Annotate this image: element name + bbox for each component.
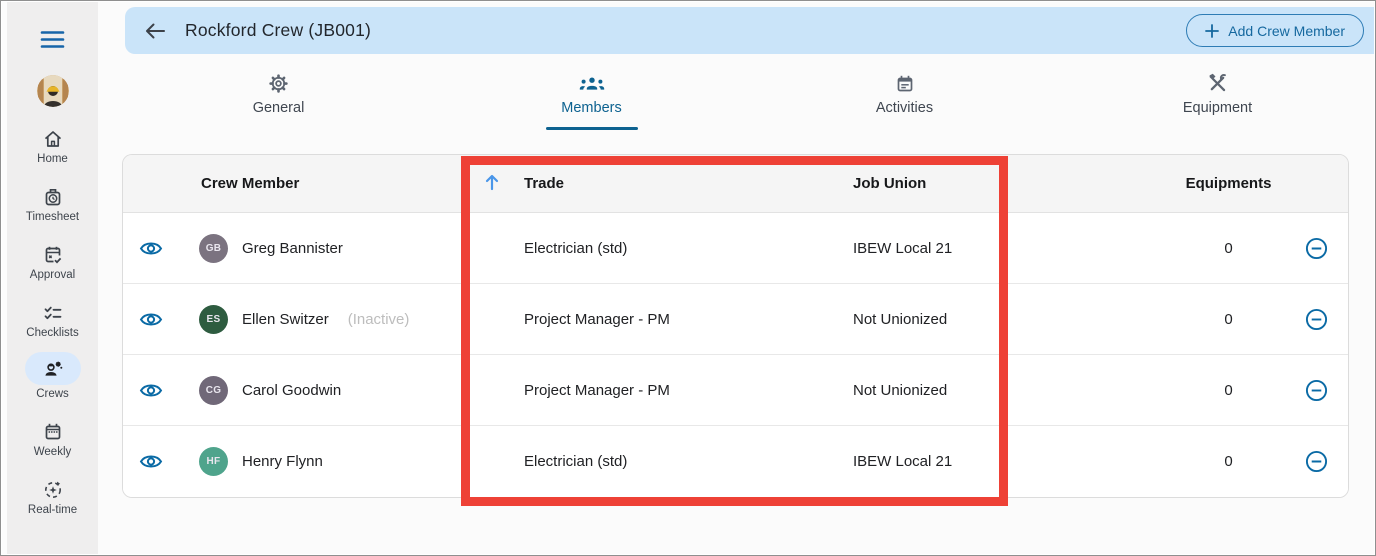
- member-name: Carol Goodwin: [242, 381, 342, 399]
- equipments-count: 0: [1224, 381, 1233, 399]
- eye-icon: [139, 241, 163, 255]
- minus-circle-icon: [1305, 308, 1327, 330]
- tab-label: Equipment: [1182, 100, 1253, 116]
- sidebar-item-label: Checklists: [26, 327, 79, 339]
- app-window: Home Timesheet Approval Checklists Crews…: [0, 0, 1376, 556]
- crew-member-cell: HF Henry Flynn: [179, 447, 453, 476]
- member-name: Henry Flynn: [242, 453, 323, 470]
- tab-label: Activities: [875, 100, 934, 116]
- sidebar-item-label: Real-time: [27, 504, 78, 516]
- plus-icon: [1205, 23, 1220, 38]
- equipments-count: 0: [1224, 239, 1233, 257]
- checklists-icon: [43, 302, 63, 323]
- equipments-count: 0: [1224, 310, 1233, 328]
- group-icon: [579, 73, 605, 94]
- sort-ascending-icon[interactable]: [484, 173, 500, 195]
- page-header: Rockford Crew (JB001) Add Crew Member: [125, 7, 1374, 54]
- view-member-button[interactable]: [123, 382, 179, 399]
- sidebar-item-label: Crews: [36, 388, 69, 400]
- crews-icon: [24, 352, 81, 385]
- sidebar-item-label: Timesheet: [25, 211, 80, 223]
- sidebar-item-label: Approval: [29, 269, 76, 281]
- tools-icon: [1207, 73, 1228, 94]
- eye-icon: [139, 312, 163, 326]
- trade-cell: Electrician (std): [524, 239, 628, 257]
- table-row: HF Henry Flynn Electrician (std) IBEW Lo…: [123, 426, 1348, 497]
- member-avatar: CG: [199, 375, 228, 405]
- sidebar-item-label: Home: [37, 153, 68, 165]
- sidebar: Home Timesheet Approval Checklists Crews…: [2, 2, 98, 554]
- approval-icon: [43, 244, 63, 265]
- tab-equipment[interactable]: Equipment: [1061, 62, 1374, 130]
- tab-general[interactable]: General: [122, 62, 435, 130]
- member-avatar: GB: [199, 233, 228, 263]
- tab-bar: General Members Activities Equipment: [122, 62, 1374, 130]
- timesheet-icon: [43, 186, 63, 207]
- tab-members[interactable]: Members: [435, 62, 748, 130]
- user-avatar[interactable]: [36, 75, 69, 107]
- sidebar-item-checklists[interactable]: Checklists: [7, 302, 98, 339]
- minus-circle-icon: [1305, 450, 1327, 473]
- job-union-cell: IBEW Local 21: [853, 453, 953, 470]
- home-icon: [43, 128, 63, 149]
- tab-label: Members: [561, 100, 622, 116]
- member-name: Greg Bannister: [242, 239, 343, 257]
- sidebar-item-approval[interactable]: Approval: [7, 244, 98, 281]
- member-status: (Inactive): [347, 310, 410, 328]
- view-member-button[interactable]: [123, 240, 179, 257]
- event-icon: [895, 73, 915, 94]
- sidebar-item-realtime[interactable]: Real-time: [7, 479, 98, 516]
- members-table: Crew Member Trade Job Union Equipments G…: [122, 154, 1349, 498]
- tab-label: General: [252, 100, 305, 116]
- remove-member-button[interactable]: [1284, 450, 1348, 473]
- job-union-cell: Not Unionized: [853, 381, 948, 399]
- gear-icon: [268, 73, 289, 94]
- sidebar-item-timesheet[interactable]: Timesheet: [7, 186, 98, 223]
- column-header-job-union[interactable]: Job Union: [783, 175, 1063, 192]
- remove-member-button[interactable]: [1284, 237, 1348, 260]
- table-header-row: Crew Member Trade Job Union Equipments: [123, 155, 1348, 213]
- menu-hamburger-icon[interactable]: [40, 30, 65, 54]
- remove-member-button[interactable]: [1284, 379, 1348, 402]
- minus-circle-icon: [1305, 379, 1327, 401]
- tab-activities[interactable]: Activities: [748, 62, 1061, 130]
- trade-cell: Project Manager - PM: [524, 310, 670, 328]
- table-row: CG Carol Goodwin Project Manager - PM No…: [123, 355, 1348, 426]
- job-union-cell: Not Unionized: [853, 310, 948, 328]
- realtime-icon: [43, 479, 63, 500]
- sidebar-item-crews[interactable]: Crews: [7, 352, 98, 400]
- page-title: Rockford Crew (JB001): [185, 20, 372, 40]
- main-content: Rockford Crew (JB001) Add Crew Member Ge…: [98, 2, 1374, 554]
- job-union-cell: IBEW Local 21: [853, 239, 953, 257]
- weekly-icon: [43, 421, 63, 442]
- view-member-button[interactable]: [123, 453, 179, 470]
- column-header-crew-member[interactable]: Crew Member: [179, 175, 453, 192]
- column-header-equipments[interactable]: Equipments: [1063, 175, 1284, 192]
- back-arrow-icon[interactable]: [141, 17, 169, 45]
- member-name: Ellen Switzer: [242, 310, 329, 328]
- member-avatar: HF: [199, 447, 228, 476]
- member-avatar: ES: [199, 304, 228, 334]
- sidebar-item-weekly[interactable]: Weekly: [7, 421, 98, 458]
- equipments-count: 0: [1224, 453, 1233, 470]
- view-member-button[interactable]: [123, 311, 179, 328]
- crew-member-cell: ES Ellen Switzer (Inactive): [179, 304, 453, 334]
- minus-circle-icon: [1305, 237, 1327, 259]
- trade-cell: Electrician (std): [524, 453, 628, 470]
- trade-cell: Project Manager - PM: [524, 381, 670, 399]
- eye-icon: [139, 383, 163, 397]
- add-crew-member-button[interactable]: Add Crew Member: [1186, 14, 1364, 47]
- crew-member-cell: GB Greg Bannister: [179, 233, 453, 263]
- sidebar-item-home[interactable]: Home: [7, 128, 98, 165]
- table-row: ES Ellen Switzer (Inactive) Project Mana…: [123, 284, 1348, 355]
- eye-icon: [139, 455, 163, 468]
- table-row: GB Greg Bannister Electrician (std) IBEW…: [123, 213, 1348, 284]
- crew-member-cell: CG Carol Goodwin: [179, 375, 453, 405]
- sidebar-item-label: Weekly: [33, 446, 72, 458]
- remove-member-button[interactable]: [1284, 308, 1348, 331]
- column-header-trade[interactable]: Trade: [453, 173, 783, 195]
